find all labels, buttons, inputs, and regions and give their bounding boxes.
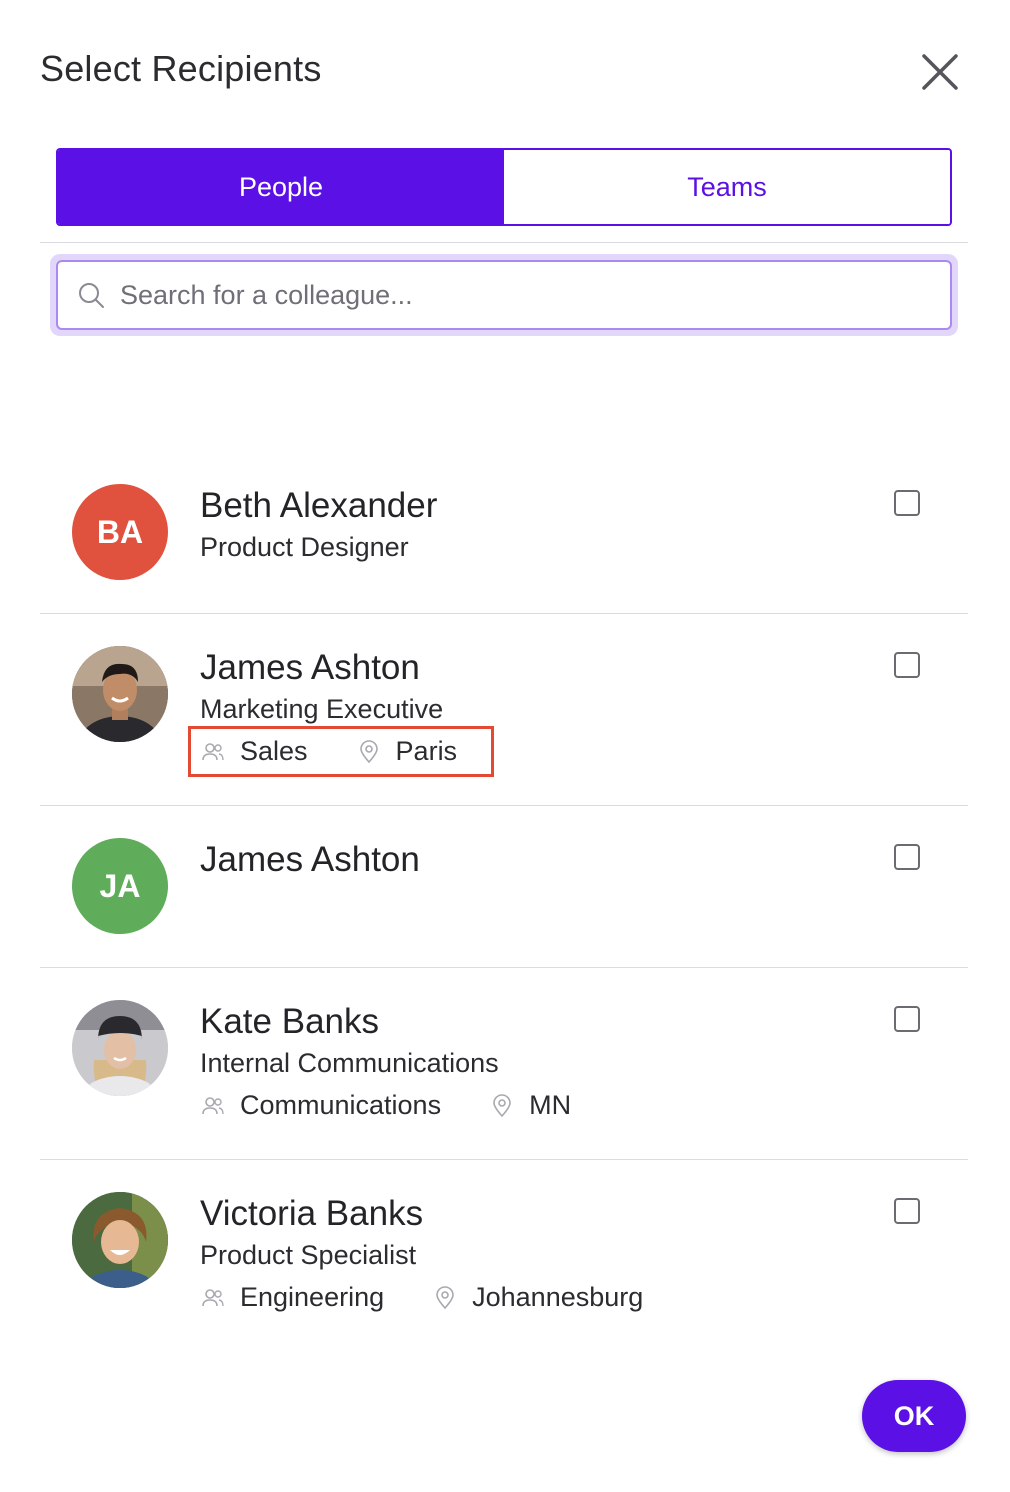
close-icon bbox=[922, 54, 958, 90]
person-meta: Engineering Johannesburg bbox=[200, 1282, 643, 1313]
person-location: MN bbox=[529, 1090, 572, 1120]
ok-button[interactable]: OK bbox=[862, 1380, 966, 1452]
person-role: Marketing Executive bbox=[200, 694, 444, 724]
select-checkbox[interactable] bbox=[894, 490, 920, 516]
team-icon bbox=[200, 1093, 226, 1119]
search-input[interactable] bbox=[120, 279, 880, 311]
person-role: Product Specialist bbox=[200, 1240, 417, 1270]
person-name: James Ashton bbox=[200, 648, 420, 687]
search-icon bbox=[76, 280, 106, 310]
list-item[interactable]: James Ashton Marketing Executive Sales P… bbox=[40, 614, 968, 806]
person-team: Engineering bbox=[240, 1282, 385, 1312]
person-name: Kate Banks bbox=[200, 1002, 379, 1041]
person-name: James Ashton bbox=[200, 840, 420, 879]
person-meta: Communications MN bbox=[200, 1090, 571, 1121]
person-name: Victoria Banks bbox=[200, 1194, 424, 1233]
team-icon bbox=[200, 1285, 226, 1311]
close-button[interactable] bbox=[916, 48, 964, 96]
person-name: Beth Alexander bbox=[200, 486, 438, 525]
tab-people[interactable]: People bbox=[58, 150, 504, 224]
search-focus-ring bbox=[50, 254, 958, 336]
tab-teams[interactable]: Teams bbox=[504, 150, 950, 224]
location-pin-icon bbox=[432, 1285, 458, 1311]
list-item[interactable]: Victoria Banks Product Specialist Engine… bbox=[40, 1160, 968, 1352]
avatar bbox=[72, 646, 168, 742]
list-item[interactable]: Kate Banks Internal Communications Commu… bbox=[40, 968, 968, 1160]
divider bbox=[40, 242, 968, 243]
search-box bbox=[56, 260, 952, 330]
highlight-box bbox=[188, 726, 494, 777]
avatar: BA bbox=[72, 484, 168, 580]
list-item[interactable]: JA James Ashton bbox=[40, 806, 968, 968]
avatar bbox=[72, 1192, 168, 1288]
dialog-title: Select Recipients bbox=[40, 48, 322, 89]
select-checkbox[interactable] bbox=[894, 844, 920, 870]
select-checkbox[interactable] bbox=[894, 1198, 920, 1224]
avatar-initials: JA bbox=[99, 867, 141, 904]
person-role: Product Designer bbox=[200, 532, 409, 562]
select-checkbox[interactable] bbox=[894, 1006, 920, 1032]
avatar bbox=[72, 1000, 168, 1096]
location-pin-icon bbox=[489, 1093, 515, 1119]
avatar: JA bbox=[72, 838, 168, 934]
list-item[interactable]: BA Beth Alexander Product Designer bbox=[40, 452, 968, 614]
person-team: Communications bbox=[240, 1090, 442, 1120]
select-checkbox[interactable] bbox=[894, 652, 920, 678]
person-role: Internal Communications bbox=[200, 1048, 499, 1078]
avatar-initials: BA bbox=[96, 513, 144, 550]
recipient-type-tabs: People Teams bbox=[56, 148, 952, 226]
person-location: Johannesburg bbox=[472, 1282, 644, 1312]
